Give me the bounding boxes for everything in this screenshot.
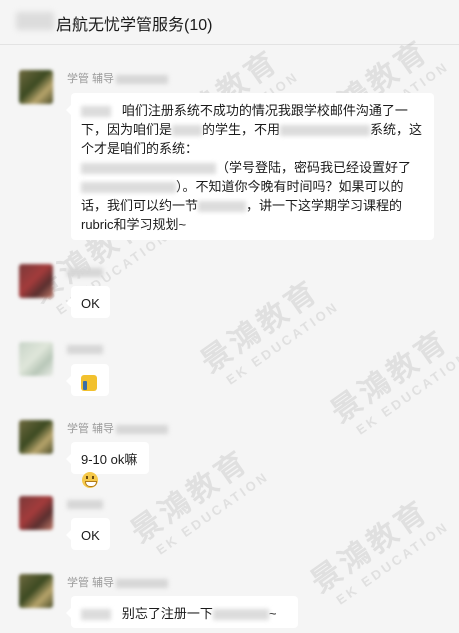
avatar[interactable] bbox=[19, 496, 53, 530]
grinning-face-icon bbox=[82, 471, 98, 488]
redacted-link bbox=[81, 163, 216, 175]
sender-name-redacted bbox=[67, 345, 103, 354]
watermark: 景鴻教育EK EDUCATION bbox=[305, 494, 452, 608]
message-bubble[interactable] bbox=[66, 364, 109, 396]
redacted-text bbox=[172, 125, 203, 137]
redacted-text bbox=[198, 201, 247, 213]
sender-name: 学管 辅导 bbox=[67, 574, 169, 590]
avatar[interactable] bbox=[19, 70, 53, 104]
avatar[interactable] bbox=[19, 264, 53, 298]
message-bubble[interactable]: 咱们注册系统不成功的情况我跟学校邮件沟通了一下，因为咱们是 的学生，不用 系统，这个… bbox=[66, 93, 434, 240]
avatar[interactable] bbox=[19, 342, 53, 376]
redacted-text bbox=[212, 609, 269, 621]
avatar[interactable] bbox=[19, 574, 53, 608]
message-text: 的学生，不用 bbox=[202, 122, 281, 137]
redacted-group-prefix bbox=[16, 12, 54, 30]
message-text: （学号登陆，密码我已经设置好了 bbox=[216, 160, 412, 175]
sender-name: 学管 辅导 bbox=[67, 70, 169, 86]
thumbs-up-icon bbox=[81, 374, 97, 391]
watermark: 景鴻教育EK EDUCATION bbox=[195, 274, 342, 388]
chat-header: 启航无忧学管服务(10) bbox=[0, 0, 459, 45]
message-bubble[interactable]: 别忘了注册一下 ~ bbox=[66, 596, 298, 628]
message-text: OK bbox=[81, 528, 100, 543]
sender-name: 学管 辅导 bbox=[67, 420, 169, 436]
message-bubble[interactable]: OK bbox=[66, 286, 110, 318]
redacted-text bbox=[280, 125, 371, 137]
message-text: ~ bbox=[268, 606, 277, 621]
redacted-text bbox=[81, 609, 111, 621]
message-text: 别忘了注册一下 bbox=[121, 606, 213, 621]
message-text: 9-10 ok嘛 bbox=[81, 452, 138, 467]
chat-title: 启航无忧学管服务(10) bbox=[56, 17, 213, 34]
redacted-text bbox=[81, 106, 111, 118]
message-bubble[interactable]: OK bbox=[66, 518, 110, 550]
redacted-password bbox=[81, 182, 176, 194]
sender-name-redacted bbox=[67, 268, 103, 277]
watermark: 景鴻教育EK EDUCATION bbox=[325, 324, 459, 438]
message-text: OK bbox=[81, 296, 100, 311]
sender-name-redacted bbox=[67, 500, 103, 509]
avatar[interactable] bbox=[19, 420, 53, 454]
message-bubble[interactable]: 9-10 ok嘛 bbox=[66, 442, 149, 488]
